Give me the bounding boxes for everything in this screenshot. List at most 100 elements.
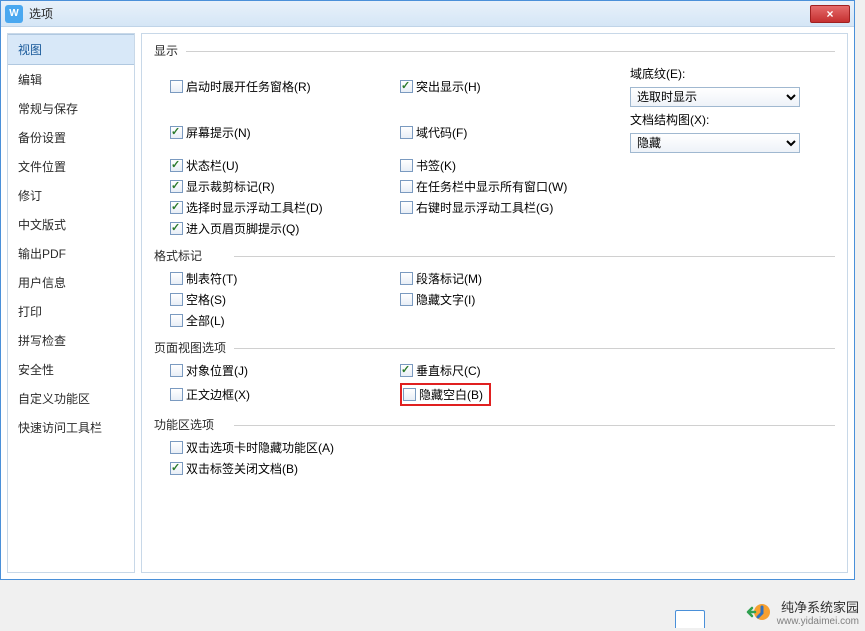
display-c1-4[interactable]: 选择时显示浮动工具栏(D) (170, 199, 323, 216)
display-c1-0-label: 启动时展开任务窗格(R) (186, 78, 311, 95)
pageview-c1-0-checkbox[interactable] (170, 364, 183, 377)
main-panel: 显示 启动时展开任务窗格(R)突出显示(H)域底纹(E):选取时显示屏幕提示(N… (141, 33, 848, 573)
display-c2-2-checkbox[interactable] (400, 159, 413, 172)
sidebar-item-5[interactable]: 修订 (8, 181, 134, 210)
display-combo-0[interactable]: 选取时显示 (630, 87, 800, 107)
display-c2-2-label: 书签(K) (416, 157, 456, 174)
display-c2-0[interactable]: 突出显示(H) (400, 78, 481, 95)
sidebar-item-2[interactable]: 常规与保存 (8, 94, 134, 123)
display-c1-4-checkbox[interactable] (170, 201, 183, 214)
display-c1-1-label: 屏幕提示(N) (186, 124, 251, 141)
sidebar-item-7[interactable]: 输出PDF (8, 239, 134, 268)
group-title-ribbon: 功能区选项 (154, 416, 835, 433)
sidebar-item-0[interactable]: 视图 (8, 34, 134, 65)
display-c1-1-checkbox[interactable] (170, 126, 183, 139)
pageview-c2-0-checkbox[interactable] (400, 364, 413, 377)
ribbon-1[interactable]: 双击标签关闭文档(B) (170, 460, 298, 477)
group-display: 显示 启动时展开任务窗格(R)突出显示(H)域底纹(E):选取时显示屏幕提示(N… (154, 42, 835, 237)
sidebar-item-1[interactable]: 编辑 (8, 65, 134, 94)
display-c2-3-label: 在任务栏中显示所有窗口(W) (416, 178, 567, 195)
options-dialog: W 选项 × 视图编辑常规与保存备份设置文件位置修订中文版式输出PDF用户信息打… (0, 0, 855, 580)
watermark-icon (745, 601, 771, 623)
display-c2-3-checkbox[interactable] (400, 180, 413, 193)
display-c1-5[interactable]: 进入页眉页脚提示(Q) (170, 220, 299, 237)
display-c2-4-checkbox[interactable] (400, 201, 413, 214)
ribbon-0-checkbox[interactable] (170, 441, 183, 454)
display-c1-5-checkbox[interactable] (170, 222, 183, 235)
marks-c1-2-checkbox[interactable] (170, 314, 183, 327)
marks-c2-1-label: 隐藏文字(I) (416, 291, 475, 308)
display-c2-0-checkbox[interactable] (400, 80, 413, 93)
sidebar-item-13[interactable]: 快速访问工具栏 (8, 413, 134, 442)
pageview-c2-0-label: 垂直标尺(C) (416, 362, 481, 379)
display-c2-1[interactable]: 域代码(F) (400, 124, 467, 141)
display-c2-0-label: 突出显示(H) (416, 78, 481, 95)
group-marks: 格式标记 制表符(T) 段落标记(M) 空格(S) 隐藏文字(I) 全部(L) (154, 247, 835, 329)
content: 视图编辑常规与保存备份设置文件位置修订中文版式输出PDF用户信息打印拼写检查安全… (1, 27, 854, 579)
ribbon-1-label: 双击标签关闭文档(B) (186, 460, 298, 477)
marks-c1-2[interactable]: 全部(L) (170, 312, 225, 329)
ribbon-0-label: 双击选项卡时隐藏功能区(A) (186, 439, 334, 456)
sidebar-item-10[interactable]: 拼写检查 (8, 326, 134, 355)
dialog-title: 选项 (29, 5, 810, 22)
watermark-text: 纯净系统家园 www.yidaimei.com (777, 597, 859, 627)
display-c1-3[interactable]: 显示裁剪标记(R) (170, 178, 275, 195)
sidebar-item-4[interactable]: 文件位置 (8, 152, 134, 181)
group-title-marks: 格式标记 (154, 247, 835, 264)
sidebar-item-3[interactable]: 备份设置 (8, 123, 134, 152)
pageview-c1-1-label: 正文边框(X) (186, 386, 250, 403)
marks-c2-1-checkbox[interactable] (400, 293, 413, 306)
display-c1-0-checkbox[interactable] (170, 80, 183, 93)
sidebar-item-12[interactable]: 自定义功能区 (8, 384, 134, 413)
marks-c1-1-checkbox[interactable] (170, 293, 183, 306)
sidebar-item-9[interactable]: 打印 (8, 297, 134, 326)
pageview-c2-1-label: 隐藏空白(B) (419, 386, 483, 403)
sidebar-item-11[interactable]: 安全性 (8, 355, 134, 384)
marks-c1-0-checkbox[interactable] (170, 272, 183, 285)
display-c1-2-label: 状态栏(U) (186, 157, 239, 174)
pageview-c1-1-checkbox[interactable] (170, 388, 183, 401)
display-c2-4-label: 右键时显示浮动工具栏(G) (416, 199, 553, 216)
pageview-c2-1[interactable]: 隐藏空白(B) (403, 386, 483, 403)
display-c2-1-checkbox[interactable] (400, 126, 413, 139)
sidebar-item-8[interactable]: 用户信息 (8, 268, 134, 297)
marks-c1-0[interactable]: 制表符(T) (170, 270, 237, 287)
display-c1-2-checkbox[interactable] (170, 159, 183, 172)
display-c2-4[interactable]: 右键时显示浮动工具栏(G) (400, 199, 553, 216)
display-c1-1[interactable]: 屏幕提示(N) (170, 124, 251, 141)
pageview-c2-1-highlight: 隐藏空白(B) (400, 383, 491, 406)
marks-c1-0-label: 制表符(T) (186, 270, 237, 287)
browser-tab-indicator (675, 610, 705, 628)
display-c1-3-checkbox[interactable] (170, 180, 183, 193)
pageview-c2-1-checkbox[interactable] (403, 388, 416, 401)
ribbon-0[interactable]: 双击选项卡时隐藏功能区(A) (170, 439, 334, 456)
display-c1-0[interactable]: 启动时展开任务窗格(R) (170, 78, 311, 95)
ribbon-1-checkbox[interactable] (170, 462, 183, 475)
marks-c2-0[interactable]: 段落标记(M) (400, 270, 482, 287)
pageview-c1-0-label: 对象位置(J) (186, 362, 248, 379)
pageview-c1-0[interactable]: 对象位置(J) (170, 362, 248, 379)
marks-c1-2-label: 全部(L) (186, 312, 225, 329)
display-c2-1-label: 域代码(F) (416, 124, 467, 141)
pageview-c2-0[interactable]: 垂直标尺(C) (400, 362, 481, 379)
display-combo-label-1: 文档结构图(X): (630, 111, 830, 128)
app-icon: W (5, 5, 23, 23)
watermark-main: 纯净系统家园 (777, 597, 859, 616)
display-combo-1[interactable]: 隐藏 (630, 133, 800, 153)
group-ribbon: 功能区选项 双击选项卡时隐藏功能区(A) 双击标签关闭文档(B) (154, 416, 835, 477)
sidebar: 视图编辑常规与保存备份设置文件位置修订中文版式输出PDF用户信息打印拼写检查安全… (7, 33, 135, 573)
watermark-sub: www.yidaimei.com (777, 616, 859, 627)
display-c2-2[interactable]: 书签(K) (400, 157, 456, 174)
display-c2-3[interactable]: 在任务栏中显示所有窗口(W) (400, 178, 567, 195)
marks-c2-0-checkbox[interactable] (400, 272, 413, 285)
close-button[interactable]: × (810, 5, 850, 23)
pageview-c1-1[interactable]: 正文边框(X) (170, 386, 250, 403)
watermark: 纯净系统家园 www.yidaimei.com (745, 597, 859, 627)
display-combo-label-0: 域底纹(E): (630, 65, 830, 82)
group-pageview: 页面视图选项 对象位置(J)垂直标尺(C)正文边框(X)隐藏空白(B) (154, 339, 835, 406)
marks-c1-1[interactable]: 空格(S) (170, 291, 226, 308)
display-c1-2[interactable]: 状态栏(U) (170, 157, 239, 174)
sidebar-item-6[interactable]: 中文版式 (8, 210, 134, 239)
display-c1-4-label: 选择时显示浮动工具栏(D) (186, 199, 323, 216)
marks-c2-1[interactable]: 隐藏文字(I) (400, 291, 475, 308)
